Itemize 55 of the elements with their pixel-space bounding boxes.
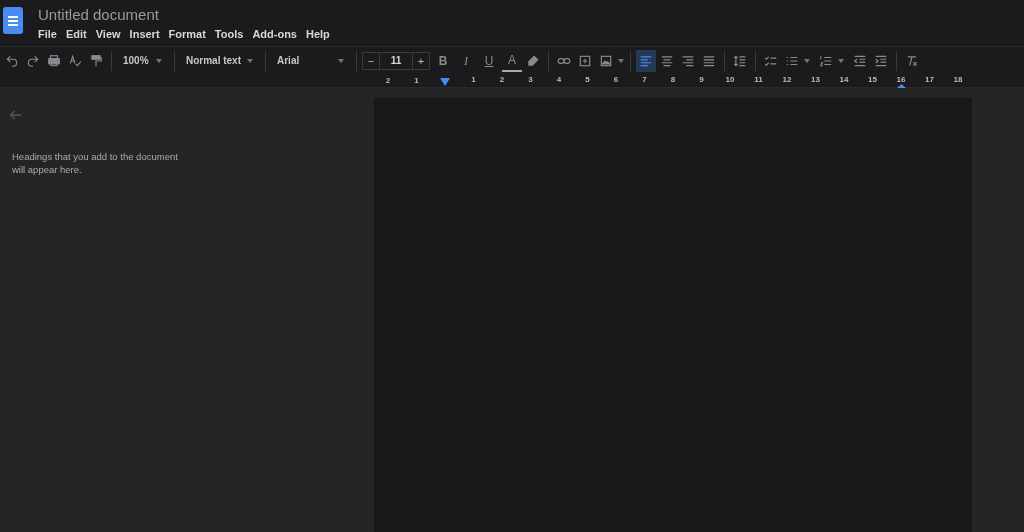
align-left-icon [639, 53, 653, 68]
ruler-number: 10 [725, 75, 735, 84]
caret-icon [617, 57, 625, 64]
menu-item[interactable]: File [34, 26, 61, 42]
ruler-number: 5 [585, 75, 590, 84]
ruler-number: 1 [471, 75, 476, 84]
menu-item[interactable]: Edit [61, 26, 91, 42]
menu-item[interactable]: Tools [210, 26, 248, 42]
ruler-number: 3 [528, 75, 533, 84]
justify-icon [702, 53, 716, 68]
ruler-number: 11 [754, 75, 763, 84]
underline-button[interactable]: U [479, 49, 499, 72]
document-logo-icon[interactable] [3, 7, 23, 34]
ruler-number: 9 [699, 75, 704, 84]
menu-item[interactable]: Insert [125, 26, 164, 42]
align-left-button[interactable] [636, 49, 656, 72]
ruler-number: 13 [811, 75, 820, 84]
increase-font-size-button[interactable]: + [413, 52, 429, 69]
font-size-field[interactable]: 11 [379, 52, 413, 69]
menu-item[interactable]: View [91, 26, 125, 42]
italic-button[interactable]: I [456, 49, 476, 72]
ruler-number: 18 [953, 75, 963, 84]
style-dropdown[interactable]: Normal text [180, 49, 260, 72]
decrease-font-size-button[interactable]: − [363, 52, 379, 69]
align-right-icon [681, 53, 695, 68]
menu-item[interactable]: Help [302, 26, 334, 42]
zoom-dropdown[interactable]: 100% [117, 49, 169, 72]
caret-icon [337, 57, 345, 64]
ruler-number: 16 [896, 75, 906, 84]
menu-item[interactable]: Format [164, 26, 210, 42]
ruler-number: 15 [868, 75, 877, 84]
outline-hint: Headings that you add to the document will appear here. [12, 150, 179, 176]
caret-icon [837, 57, 845, 64]
align-center-icon [660, 53, 674, 68]
document-title[interactable]: Untitled document [38, 5, 159, 24]
ruler-number: 14 [839, 75, 849, 84]
caret-icon [246, 57, 254, 64]
menu-item[interactable]: Add-ons [248, 26, 301, 42]
ruler-number: 6 [613, 75, 619, 84]
font-dropdown[interactable]: Arial [271, 49, 351, 72]
text-color-button[interactable]: A [502, 49, 522, 72]
caret-icon [155, 57, 163, 64]
ruler-number: 12 [782, 75, 792, 84]
ruler-number: 17 [925, 75, 934, 84]
ruler-number: 7 [642, 75, 647, 84]
ruler-number: 1 [414, 75, 419, 87]
caret-icon [803, 57, 811, 64]
right-margin-marker[interactable] [897, 84, 906, 88]
ruler-number: 2 [499, 75, 505, 84]
ruler[interactable]: 2 1 1 2 3 4 5 6 7 8 9 10 11 12 13 14 15 16 17 18 [0, 74, 1024, 88]
bold-button[interactable]: B [433, 49, 453, 72]
ruler-number: 4 [556, 75, 562, 84]
ruler-number: 2 [385, 75, 391, 87]
indent-marker[interactable] [440, 78, 450, 86]
ruler-number: 8 [670, 75, 676, 84]
